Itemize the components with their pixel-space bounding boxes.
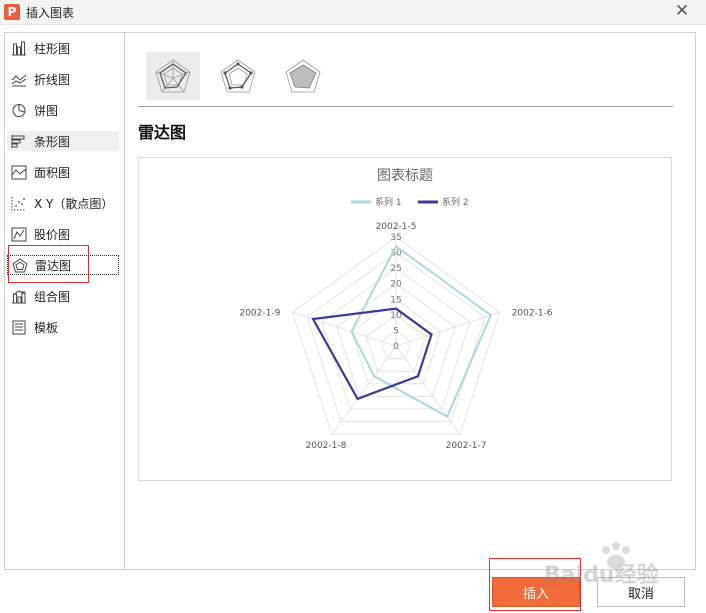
highlight-box-radar xyxy=(8,245,89,283)
sidebar-item-pie[interactable]: 饼图 xyxy=(7,100,119,120)
section-title: 雷达图 xyxy=(138,123,187,142)
stock-chart-icon xyxy=(10,226,28,242)
sidebar-item-label: 柱形图 xyxy=(34,41,71,56)
sidebar-item-label: 面积图 xyxy=(34,165,71,180)
column-chart-icon xyxy=(10,40,28,56)
chart-title: 图表标题 xyxy=(377,168,433,184)
highlight-box-insert xyxy=(489,558,581,611)
chart-preview: 图表标题 系列 1 系列 2 0 5 10 15 20 25 30 35 2002-1-5 200… xyxy=(138,157,672,481)
legend-label-series-1: 系列 1 xyxy=(375,196,402,208)
axis-tick-label: 20 xyxy=(390,280,402,290)
category-label: 2002-1-5 xyxy=(376,222,417,232)
axis-tick-label: 5 xyxy=(393,326,399,336)
grid-spoke xyxy=(395,345,461,435)
close-button[interactable]: ✕ xyxy=(672,1,692,21)
sidebar-item-stock[interactable]: 股价图 xyxy=(7,224,119,244)
sidebar-item-column[interactable]: 柱形图 xyxy=(7,38,119,58)
combo-chart-icon xyxy=(10,288,28,304)
sidebar-item-label: 饼图 xyxy=(34,103,59,118)
line-chart-icon xyxy=(10,71,28,87)
category-label: 2002-1-9 xyxy=(239,308,280,318)
sidebar-item-label: 模板 xyxy=(34,320,59,335)
title-bar: P 插入图表 ✕ xyxy=(0,0,706,25)
sidebar-item-combo[interactable]: 组合图 xyxy=(7,286,119,306)
grid-spoke xyxy=(292,311,397,347)
variant-radar-markers[interactable] xyxy=(211,52,265,100)
sidebar-item-bar[interactable]: 条形图 xyxy=(7,131,119,151)
area-chart-icon xyxy=(10,164,28,180)
legend-label-series-2: 系列 2 xyxy=(442,196,469,208)
scatter-chart-icon xyxy=(10,195,28,211)
sidebar-item-label: 条形图 xyxy=(34,134,71,149)
sidebar-item-label: 组合图 xyxy=(34,289,71,304)
divider xyxy=(138,106,673,107)
sidebar-item-area[interactable]: 面积图 xyxy=(7,162,119,182)
chart-legend: 系列 1 系列 2 xyxy=(351,196,469,208)
variant-radar-filled[interactable] xyxy=(276,52,330,100)
sidebar-item-label: 股价图 xyxy=(34,227,71,242)
axis-tick-label: 35 xyxy=(390,233,401,243)
grid-spoke xyxy=(331,345,397,435)
sidebar-item-label: 折线图 xyxy=(34,72,71,87)
axis-tick-label: 25 xyxy=(390,264,401,274)
category-label: 2002-1-8 xyxy=(306,441,347,451)
template-icon xyxy=(10,319,28,335)
axis-tick-label: 0 xyxy=(393,342,399,352)
radar-chart: 图表标题 系列 1 系列 2 051015202530352002-1-5200… xyxy=(239,168,553,451)
pie-chart-icon xyxy=(10,102,28,118)
cancel-button[interactable]: 取消 xyxy=(597,577,685,607)
category-label: 2002-1-6 xyxy=(512,308,553,318)
sidebar-item-scatter[interactable]: X Y（散点图） xyxy=(7,193,119,213)
sidebar-item-label: X Y（散点图） xyxy=(34,196,114,211)
sidebar-item-template[interactable]: 模板 xyxy=(7,317,119,337)
bar-chart-icon xyxy=(10,133,28,149)
window-title: 插入图表 xyxy=(26,6,75,20)
sidebar-item-line[interactable]: 折线图 xyxy=(7,69,119,89)
category-label: 2002-1-7 xyxy=(446,441,487,451)
axis-tick-label: 15 xyxy=(390,295,401,305)
variant-radar-basic[interactable] xyxy=(146,52,200,100)
app-logo-icon: P xyxy=(4,4,20,20)
